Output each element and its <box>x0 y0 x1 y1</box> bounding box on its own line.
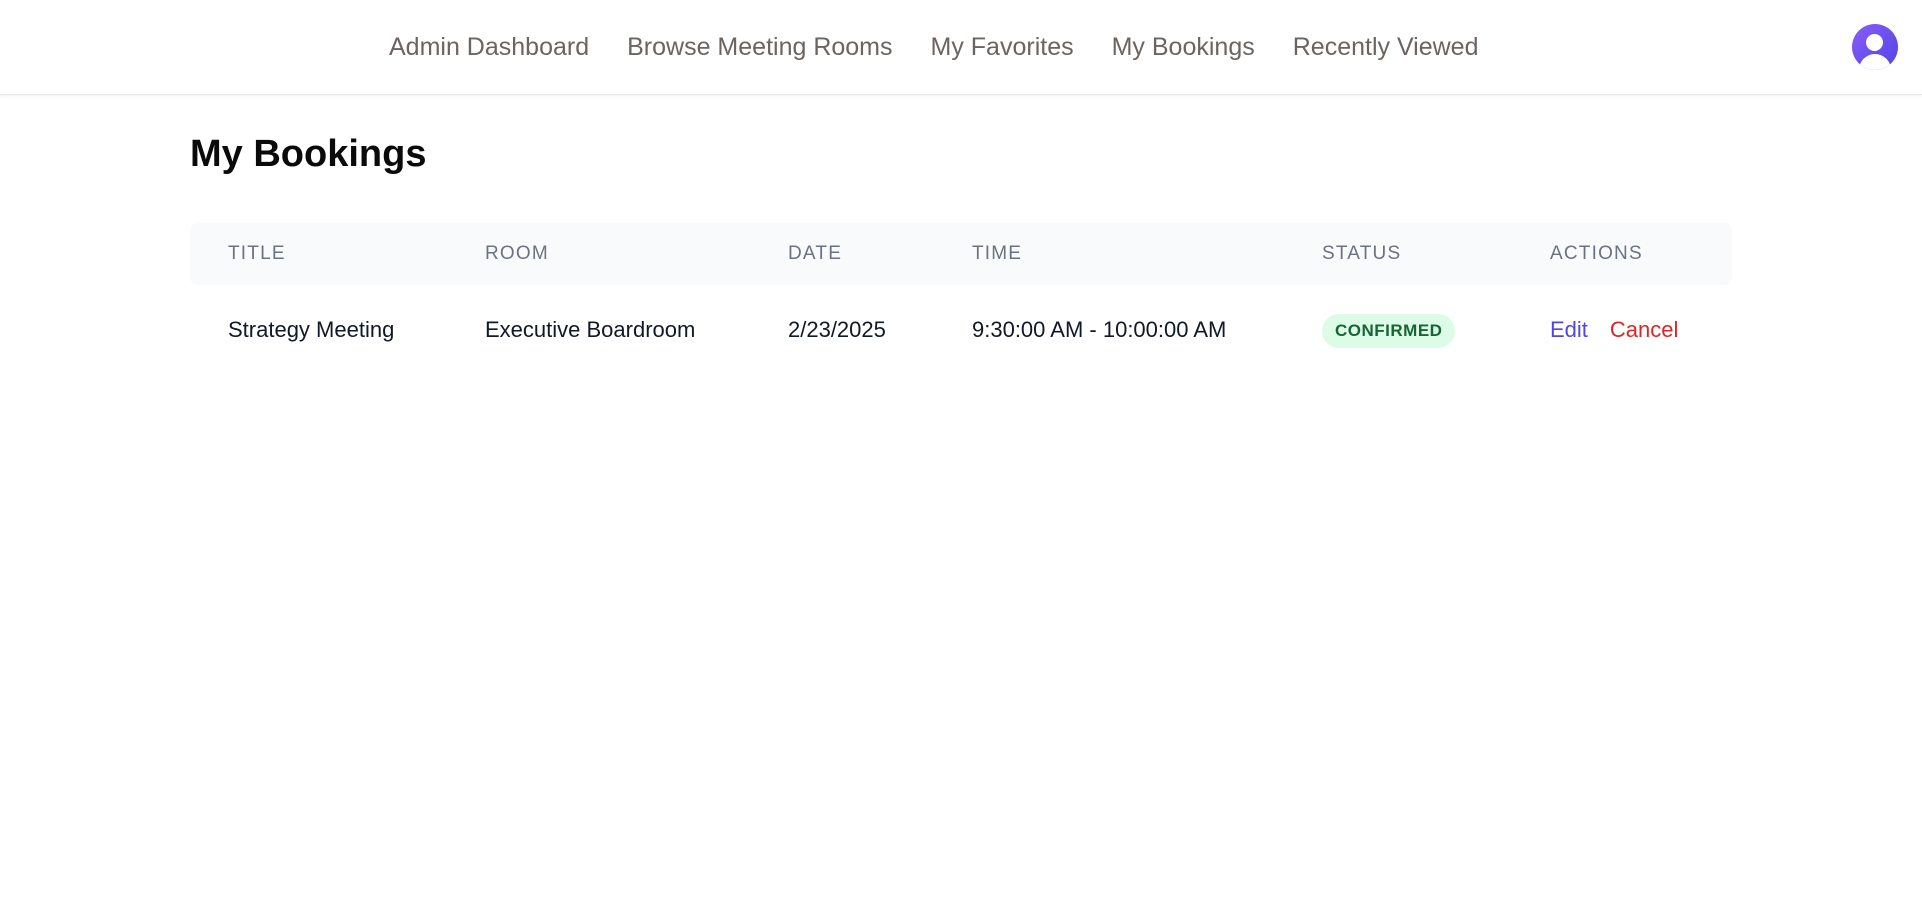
avatar-head-shape <box>1866 34 1883 51</box>
booking-actions-cell: Edit Cancel <box>1550 285 1678 375</box>
cancel-booking-link[interactable]: Cancel <box>1610 317 1678 342</box>
booking-title: Strategy Meeting <box>228 317 395 342</box>
nav-link-my-bookings[interactable]: My Bookings <box>1112 33 1255 62</box>
column-header-actions: ACTIONS <box>1550 243 1643 264</box>
booking-status-cell: CONFIRMED <box>1322 285 1456 375</box>
top-navigation-bar: Admin Dashboard Browse Meeting Rooms My … <box>0 0 1922 95</box>
nav-link-browse-meeting-rooms[interactable]: Browse Meeting Rooms <box>627 33 892 62</box>
column-header-title: TITLE <box>228 243 286 264</box>
column-header-date: DATE <box>788 243 843 264</box>
column-header-time: TIME <box>972 243 1023 264</box>
page-title: My Bookings <box>190 133 427 175</box>
nav-link-recently-viewed[interactable]: Recently Viewed <box>1293 33 1479 62</box>
booking-date: 2/23/2025 <box>788 317 886 342</box>
table-row: Strategy Meeting Executive Boardroom 2/2… <box>190 285 1732 375</box>
avatar-body-shape <box>1859 54 1891 70</box>
nav-link-admin-dashboard[interactable]: Admin Dashboard <box>389 33 589 62</box>
booking-time: 9:30:00 AM - 10:00:00 AM <box>972 317 1227 342</box>
column-header-room: ROOM <box>485 243 549 264</box>
bookings-table: TITLE ROOM DATE TIME STATUS ACTIONS Stra… <box>190 223 1732 375</box>
status-badge: CONFIRMED <box>1322 314 1456 349</box>
booking-room: Executive Boardroom <box>485 317 696 342</box>
table-header-row: TITLE ROOM DATE TIME STATUS ACTIONS <box>190 223 1732 285</box>
column-header-status: STATUS <box>1322 243 1402 264</box>
user-avatar-icon[interactable] <box>1852 24 1898 70</box>
edit-booking-link[interactable]: Edit <box>1550 317 1588 342</box>
nav-links: Admin Dashboard Browse Meeting Rooms My … <box>389 0 1517 94</box>
nav-link-my-favorites[interactable]: My Favorites <box>931 33 1074 62</box>
